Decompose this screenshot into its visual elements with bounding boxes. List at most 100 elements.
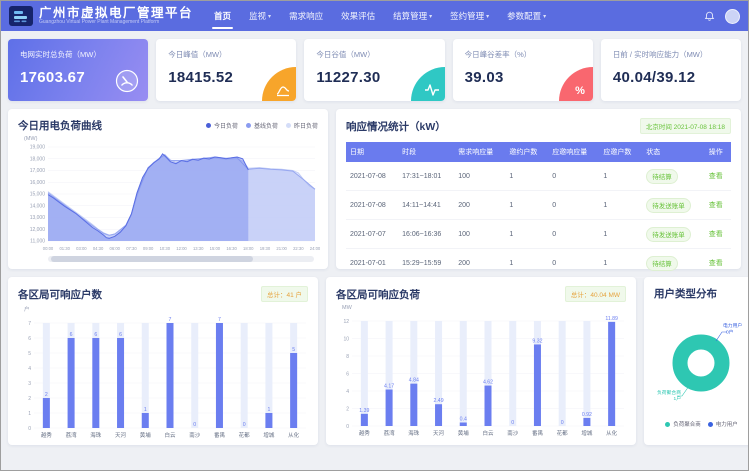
table-cell: 1: [505, 220, 548, 249]
nav-item-7[interactable]: 参数配置▾: [498, 1, 555, 31]
area-chart-icon: [275, 83, 291, 97]
svg-text:3: 3: [28, 381, 31, 387]
status-badge: 待结算: [646, 169, 678, 184]
legend-dot-icon: [665, 422, 670, 427]
legend-dot-icon: [708, 422, 713, 427]
kpi-hero-icon-wrap: [115, 69, 139, 93]
responsive-load-title: 各区局可响应负荷: [336, 287, 420, 302]
svg-text:10:30: 10:30: [160, 246, 171, 251]
table-cell: 15:29~15:59: [398, 249, 454, 278]
svg-text:天河: 天河: [433, 429, 445, 437]
svg-text:5: 5: [28, 351, 31, 357]
svg-text:03:00: 03:00: [76, 246, 87, 251]
table-cell-status: 待发送账单: [642, 191, 704, 220]
bottom-row: 各区局可响应户数 总计：41 户 户 012345672越秀6荔湾6海珠6天河1…: [8, 277, 741, 445]
response-stats-panel: 响应情况统计（kW） 北京时间 2021-07-08 18:18 日期时段需求响…: [336, 109, 741, 269]
table-cell-action: 查看: [705, 162, 731, 191]
svg-text:14,000: 14,000: [30, 203, 46, 209]
nav-item-4[interactable]: 效果评估: [332, 1, 384, 31]
table-row: 2021-07-0817:31~18:01100101待结算查看: [346, 162, 731, 191]
chart-zoom-slider-fill[interactable]: [51, 256, 253, 262]
view-link[interactable]: 查看: [709, 260, 723, 267]
chart-zoom-slider[interactable]: [48, 256, 314, 262]
chevron-down-icon: ▾: [486, 13, 489, 20]
svg-text:4.17: 4.17: [384, 384, 394, 390]
svg-text:17,000: 17,000: [30, 168, 46, 174]
table-cell: 2021-07-08: [346, 191, 398, 220]
nav-item-5[interactable]: 结算管理▾: [384, 1, 441, 31]
table-column-header: 需求响应量: [454, 142, 505, 162]
kpi-card-label: 今日峰值（MW）: [168, 49, 284, 60]
nav-item-3[interactable]: 需求响应: [280, 1, 332, 31]
beijing-time-badge: 北京时间 2021-07-08 18:18: [640, 118, 731, 134]
svg-text:花都: 花都: [239, 431, 251, 439]
svg-text:06:00: 06:00: [110, 246, 121, 251]
status-badge: 待发送账单: [646, 227, 691, 242]
legend-item[interactable]: 基线负荷: [246, 121, 278, 130]
table-cell: 100: [454, 162, 505, 191]
svg-text:4.62: 4.62: [483, 380, 493, 386]
kpi-card-1: 电网实时总负荷（MW）17603.67: [8, 39, 148, 101]
legend-item[interactable]: 昨日负荷: [286, 121, 318, 130]
svg-text:1户: 1户: [674, 395, 682, 402]
svg-text:0: 0: [193, 422, 196, 428]
view-link[interactable]: 查看: [709, 231, 723, 238]
legend-item[interactable]: 电力用户: [708, 420, 738, 428]
svg-text:黄埔: 黄埔: [140, 431, 152, 439]
status-badge: 待结算: [646, 256, 678, 271]
notification-icon[interactable]: [704, 11, 715, 22]
svg-text:11.89: 11.89: [605, 316, 618, 322]
svg-text:花都: 花都: [557, 429, 569, 437]
responsive-load-bar-chart: 0246810121.39越秀4.17荔湾4.84海珠2.49天河0.4黄埔4.…: [336, 311, 626, 439]
svg-text:16,000: 16,000: [30, 180, 46, 186]
svg-text:2.49: 2.49: [433, 398, 443, 404]
legend-dot-icon: [286, 123, 291, 128]
svg-text:5: 5: [292, 347, 295, 353]
svg-text:4: 4: [346, 389, 349, 395]
svg-text:番禺: 番禺: [214, 432, 225, 439]
svg-text:22:30: 22:30: [293, 246, 304, 251]
view-link[interactable]: 查看: [709, 173, 723, 180]
load-curve-legend: 今日负荷基线负荷昨日负荷: [206, 121, 318, 130]
user-avatar[interactable]: [725, 9, 740, 24]
nav-item-2[interactable]: 监视▾: [240, 1, 280, 31]
kpi-card-4: 今日峰谷差率（%）39.03%: [453, 39, 593, 101]
table-column-header: 时段: [398, 142, 454, 162]
nav-item-6[interactable]: 签约管理▾: [441, 1, 498, 31]
table-column-header: 应邀户数: [599, 142, 642, 162]
nav-item-label: 首页: [214, 10, 231, 22]
user-types-title: 用户类型分布: [654, 286, 717, 301]
svg-text:黄埔: 黄埔: [458, 429, 470, 437]
kpi-card-label: 电网实时总负荷（MW）: [20, 49, 136, 60]
svg-text:白云: 白云: [164, 431, 176, 439]
nav-item-1[interactable]: 首页: [205, 1, 240, 31]
legend-item[interactable]: 负荷聚合商: [665, 420, 701, 428]
table-cell: 2021-07-08: [346, 162, 398, 191]
table-cell-status: 待发送账单: [642, 220, 704, 249]
legend-label: 今日负荷: [214, 121, 238, 130]
pulse-icon: [424, 83, 440, 97]
svg-text:9.32: 9.32: [532, 338, 542, 344]
svg-text:6: 6: [346, 371, 349, 377]
kpi-card-2: 今日峰值（MW）18415.52: [156, 39, 296, 101]
households-bar-chart: 012345672越秀6荔湾6海珠6天河1黄埔7白云0南沙7番禺0花都1增城5从…: [18, 313, 308, 441]
kpi-card-label: 今日谷值（MW）: [316, 49, 432, 60]
svg-text:6: 6: [28, 336, 31, 342]
table-column-header: 应邀响应量: [548, 142, 599, 162]
kpi-card-value: 40.04/39.12: [613, 69, 729, 86]
table-cell: 16:06~16:36: [398, 220, 454, 249]
response-stats-title: 响应情况统计（kW）: [346, 119, 446, 134]
svg-text:09:00: 09:00: [143, 246, 154, 251]
table-cell: 0: [548, 220, 599, 249]
table-cell: 200: [454, 249, 505, 278]
svg-text:12: 12: [343, 319, 349, 325]
svg-text:0: 0: [243, 422, 246, 428]
table-row: 2021-07-0115:29~15:59200101待结算查看: [346, 249, 731, 278]
view-link[interactable]: 查看: [709, 202, 723, 209]
table-cell: 1: [599, 249, 642, 278]
table-cell: 1: [505, 162, 548, 191]
table-cell-action: 查看: [705, 191, 731, 220]
nav-item-label: 效果评估: [341, 10, 375, 22]
legend-dot-icon: [246, 123, 251, 128]
legend-item[interactable]: 今日负荷: [206, 121, 238, 130]
